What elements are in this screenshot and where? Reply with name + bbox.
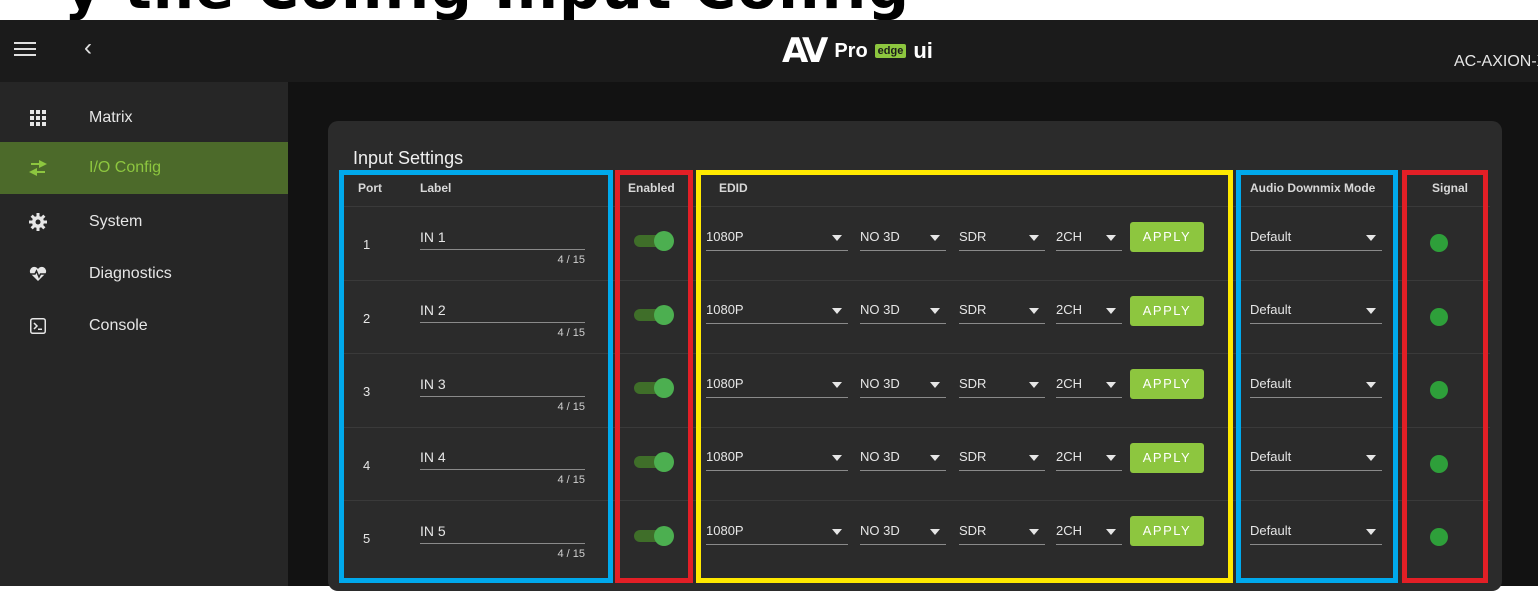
logo-ui: ui bbox=[913, 38, 933, 63]
cropped-heading: y the Config Input Config bbox=[64, 0, 910, 20]
device-name: AC-AXION-X bbox=[1454, 53, 1538, 70]
cropped-heading-strip: y the Config Input Config bbox=[0, 0, 1538, 20]
grid-icon bbox=[28, 108, 48, 128]
sidebar-item-label: Diagnostics bbox=[89, 265, 172, 282]
sidebar: Matrix I/O Config System Diagnostics Con… bbox=[0, 82, 288, 586]
app-bar: ‹ AV Pro edge ui AC-AXION-X bbox=[0, 20, 1538, 82]
highlight-box-enabled bbox=[615, 170, 693, 583]
sidebar-item-label: Matrix bbox=[89, 109, 133, 126]
sidebar-item-console[interactable]: Console bbox=[0, 300, 288, 352]
highlight-box-port-label bbox=[339, 170, 613, 583]
highlight-box-edid bbox=[696, 170, 1233, 583]
sidebar-item-label: Console bbox=[89, 317, 148, 334]
sidebar-item-diagnostics[interactable]: Diagnostics bbox=[0, 248, 288, 300]
gear-icon bbox=[28, 212, 48, 232]
avpro-edge-logo: AV Pro edge ui bbox=[782, 31, 933, 71]
logo-av: AV bbox=[782, 31, 828, 71]
chevron-left-icon[interactable]: ‹ bbox=[84, 34, 92, 62]
logo-pro: Pro bbox=[834, 39, 868, 62]
sidebar-item-label: System bbox=[89, 213, 143, 230]
sidebar-item-label: I/O Config bbox=[89, 159, 162, 176]
logo-edge: edge bbox=[874, 44, 907, 58]
heart-pulse-icon bbox=[28, 264, 48, 284]
highlight-box-audio-downmix bbox=[1236, 170, 1398, 583]
terminal-icon bbox=[28, 316, 48, 336]
sidebar-item-matrix[interactable]: Matrix bbox=[0, 92, 288, 144]
sidebar-item-system[interactable]: System bbox=[0, 196, 288, 248]
swap-arrows-icon bbox=[28, 158, 48, 178]
highlight-box-signal bbox=[1402, 170, 1488, 583]
hamburger-menu-icon[interactable] bbox=[14, 38, 36, 60]
card-title: Input Settings bbox=[353, 148, 464, 168]
sidebar-item-io-config[interactable]: I/O Config bbox=[0, 142, 288, 194]
